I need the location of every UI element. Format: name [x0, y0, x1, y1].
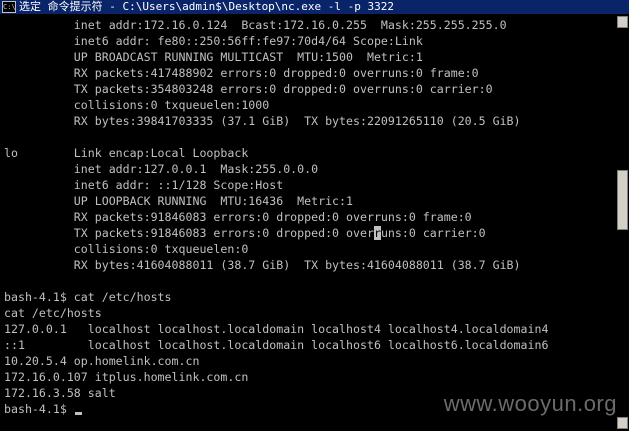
selection-cursor: r [373, 226, 381, 240]
console-line: UP LOOPBACK RUNNING MTU:16436 Metric:1 [4, 194, 354, 208]
console-line: TX packets:91846083 errors:0 dropped:0 o… [4, 226, 486, 240]
watermark: www.wooyun.org [443, 391, 617, 416]
console-window[interactable]: C:\ 选定 命令提示符 - C:\Users\admin$\Desktop\nc… [0, 0, 629, 431]
console-line: collisions:0 txqueuelen:0 [4, 242, 249, 256]
title-bar[interactable]: C:\ 选定 命令提示符 - C:\Users\admin$\Desktop\nc… [0, 0, 629, 14]
console-line: ::1 localhost localhost.localdomain loca… [4, 338, 549, 352]
console-line: RX packets:417488902 errors:0 dropped:0 … [4, 66, 479, 80]
console-line: cat /etc/hosts [4, 306, 102, 320]
scroll-down-button[interactable] [617, 417, 628, 429]
console-line: inet addr:172.16.0.124 Bcast:172.16.0.25… [4, 18, 507, 32]
scroll-thumb[interactable] [617, 170, 628, 230]
console-line: bash-4.1$ cat /etc/hosts [4, 290, 172, 304]
console-line: lo Link encap:Local Loopback [4, 146, 249, 160]
console-line: 172.16.0.107 itplus.homelink.com.cn [4, 370, 249, 384]
prompt-cursor [74, 412, 82, 415]
console-line: UP BROADCAST RUNNING MULTICAST MTU:1500 … [4, 50, 423, 64]
console-line: 127.0.0.1 localhost localhost.localdomai… [4, 322, 549, 336]
console-line: RX bytes:41604088011 (38.7 GiB) TX bytes… [4, 258, 521, 272]
console-line: TX packets:354803248 errors:0 dropped:0 … [4, 82, 493, 96]
console-line: RX packets:91846083 errors:0 dropped:0 o… [4, 210, 472, 224]
console-line: inet addr:127.0.0.1 Mask:255.0.0.0 [4, 162, 319, 176]
console-line: inet6 addr: fe80::250:56ff:fe97:70d4/64 … [4, 34, 423, 48]
console-line: RX bytes:39841703335 (37.1 GiB) TX bytes… [4, 114, 521, 128]
console-line: collisions:0 txqueuelen:1000 [4, 98, 270, 112]
window-title: 选定 命令提示符 - C:\Users\admin$\Desktop\nc.ex… [19, 0, 395, 13]
scroll-up-button[interactable] [617, 16, 628, 28]
vertical-scrollbar[interactable] [616, 14, 629, 431]
cmd-icon[interactable]: C:\ [2, 1, 16, 13]
console-line: inet6 addr: ::1/128 Scope:Host [4, 178, 284, 192]
console-line: 10.20.5.4 op.homelink.com.cn [4, 354, 200, 368]
scroll-track[interactable] [617, 30, 628, 413]
console-output[interactable]: inet addr:172.16.0.124 Bcast:172.16.0.25… [4, 17, 616, 431]
